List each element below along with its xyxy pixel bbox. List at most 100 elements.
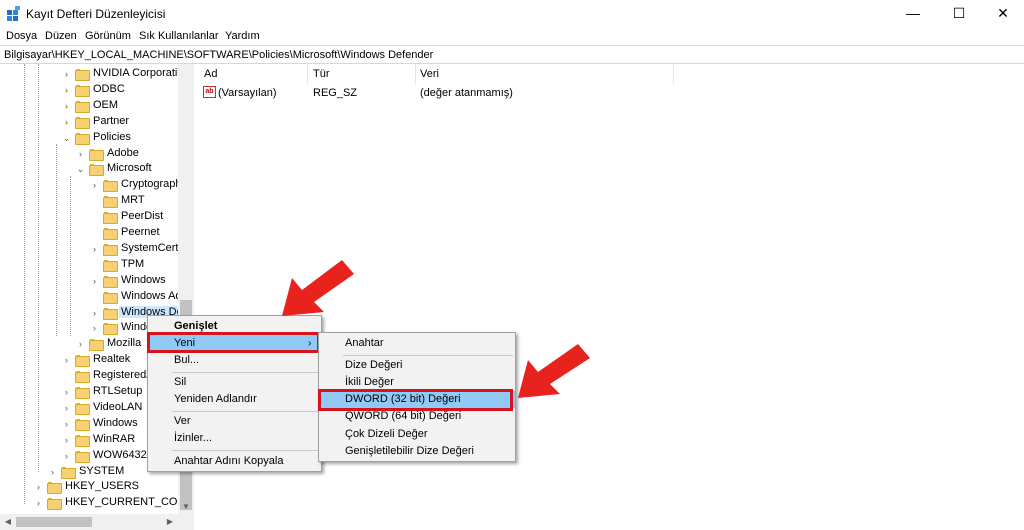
chevron-right-icon[interactable]: › xyxy=(90,322,99,334)
tree-node[interactable]: MRT xyxy=(0,193,180,209)
chevron-right-icon[interactable]: › xyxy=(62,450,71,462)
column-separator[interactable] xyxy=(415,64,416,84)
chevron-right-icon[interactable]: › xyxy=(62,100,71,112)
tree-node-label: ODBC xyxy=(93,82,125,95)
chevron-right-icon[interactable]: › xyxy=(62,434,71,446)
chevron-right-icon xyxy=(90,227,99,239)
tree-node-label: Partner xyxy=(93,114,130,127)
folder-icon xyxy=(75,402,90,415)
tree-node[interactable]: › ODBC xyxy=(0,82,180,98)
menu-item-label: Anahtar Adını Kopyala xyxy=(174,455,284,467)
folder-icon xyxy=(75,69,90,81)
chevron-right-icon[interactable]: › xyxy=(90,307,99,319)
tree-node[interactable]: ⌄ Policies xyxy=(0,130,180,146)
scroll-down-arrow-icon[interactable]: ▼ xyxy=(178,499,194,515)
chevron-right-icon xyxy=(62,370,71,382)
chevron-right-icon[interactable]: › xyxy=(62,68,71,80)
annotation-highlight-box xyxy=(318,389,513,411)
menu-item-label: İzinler... xyxy=(174,432,212,444)
value-data: (değer atanmamış) xyxy=(420,87,513,99)
tree-node-label: HKEY_USERS xyxy=(65,480,139,493)
tree-node-label: NVIDIA Corporation xyxy=(93,67,190,79)
menu-edit[interactable]: Düzen xyxy=(45,30,77,42)
tree-horizontal-scroll-thumb[interactable] xyxy=(16,517,92,527)
maximize-button[interactable]: ☐ xyxy=(936,0,982,27)
chevron-right-icon[interactable]: › xyxy=(90,275,99,287)
folder-icon xyxy=(103,259,118,272)
title-bar: Kayıt Defteri Düzenleyicisi — ☐ ✕ xyxy=(0,0,1024,27)
tree-node[interactable]: › NVIDIA Corporation xyxy=(0,66,190,82)
menu-help[interactable]: Yardım xyxy=(225,30,260,42)
close-button[interactable]: ✕ xyxy=(980,0,1024,27)
tree-node[interactable]: › SystemCertifica xyxy=(0,241,193,257)
window-title: Kayıt Defteri Düzenleyicisi xyxy=(26,7,166,21)
submenu-item-key[interactable]: Anahtar xyxy=(319,335,515,352)
scroll-right-arrow-icon[interactable]: ▶ xyxy=(162,514,178,530)
tree-node-label: TPM xyxy=(121,257,145,270)
column-separator[interactable] xyxy=(673,64,674,84)
menu-item-find[interactable]: Bul... xyxy=(148,352,321,369)
chevron-right-icon[interactable]: › xyxy=(62,84,71,96)
chevron-right-icon[interactable]: › xyxy=(48,466,57,478)
address-bar[interactable]: Bilgisayar\HKEY_LOCAL_MACHINE\SOFTWARE\P… xyxy=(0,45,1024,64)
tree-node[interactable]: Peernet xyxy=(0,225,180,241)
tree-node[interactable]: TPM xyxy=(0,257,180,273)
tree-node[interactable]: › Cryptography xyxy=(0,177,187,193)
column-separator[interactable] xyxy=(307,64,308,84)
tree-node[interactable]: › HKEY_USERS xyxy=(0,479,180,495)
menu-item-permissions[interactable]: İzinler... xyxy=(148,430,321,447)
tree-node-label: Realtek xyxy=(93,353,131,366)
chevron-down-icon[interactable]: ⌄ xyxy=(76,163,85,175)
submenu-item-string-value[interactable]: Dize Değeri xyxy=(319,357,515,374)
tree-node-label: PeerDist xyxy=(121,210,164,223)
tree-node[interactable]: ⌄ Microsoft xyxy=(0,161,180,177)
annotation-highlight-box xyxy=(147,332,320,353)
tree-node[interactable]: › HKEY_CURRENT_CONFIG xyxy=(0,495,193,511)
menu-file[interactable]: Dosya xyxy=(6,30,37,42)
chevron-right-icon[interactable]: › xyxy=(90,243,99,255)
menu-item-rename[interactable]: Yeniden Adlandır xyxy=(148,391,321,408)
value-type: REG_SZ xyxy=(313,87,358,99)
folder-icon xyxy=(75,434,90,447)
folder-icon xyxy=(103,307,118,320)
chevron-right-icon[interactable]: › xyxy=(62,418,71,430)
tree-horizontal-scrollbar[interactable]: ◀ ▶ xyxy=(0,514,178,530)
menu-view[interactable]: Görünüm xyxy=(85,30,131,42)
chevron-right-icon[interactable]: › xyxy=(76,148,85,160)
chevron-right-icon[interactable]: › xyxy=(62,354,71,366)
column-header-data[interactable]: Veri xyxy=(420,68,439,80)
chevron-right-icon[interactable]: › xyxy=(34,481,43,493)
annotation-arrow-icon xyxy=(518,344,590,398)
chevron-right-icon[interactable]: › xyxy=(62,386,71,398)
tree-node[interactable]: › Windows xyxy=(0,273,180,289)
submenu-item-expandable-string-value[interactable]: Genişletilebilir Dize Değeri xyxy=(319,443,515,460)
chevron-right-icon[interactable]: › xyxy=(76,338,85,350)
menu-item-export[interactable]: Ver xyxy=(148,413,321,430)
folder-icon xyxy=(75,100,90,113)
column-header-name[interactable]: Ad xyxy=(204,68,217,80)
scroll-left-arrow-icon[interactable]: ◀ xyxy=(0,514,16,530)
menu-item-label: Yeniden Adlandır xyxy=(174,393,257,405)
tree-node-label: Peernet xyxy=(121,226,160,238)
menu-item-copy-key-name[interactable]: Anahtar Adını Kopyala xyxy=(148,453,321,470)
chevron-right-icon[interactable]: › xyxy=(62,402,71,414)
tree-node-label: RTLSetup xyxy=(93,385,143,397)
tree-node[interactable]: PeerDist xyxy=(0,209,180,225)
chevron-right-icon[interactable]: › xyxy=(90,179,99,191)
minimize-button[interactable]: — xyxy=(890,0,936,27)
chevron-down-icon[interactable]: ⌄ xyxy=(62,132,71,144)
folder-icon xyxy=(75,132,90,145)
chevron-right-icon[interactable]: › xyxy=(34,497,43,509)
tree-node[interactable]: › Adobe xyxy=(0,146,180,162)
tree-node[interactable]: › Partner xyxy=(0,114,180,130)
tree-node-label: Policies xyxy=(93,130,131,143)
menu-item-delete[interactable]: Sil xyxy=(148,374,321,391)
tree-node-label: MRT xyxy=(121,194,145,207)
chevron-right-icon[interactable]: › xyxy=(62,116,71,128)
tree-node[interactable]: Windows Adva xyxy=(0,289,193,305)
tree-node[interactable]: › OEM xyxy=(0,98,180,114)
menu-item-label: Bul... xyxy=(174,354,200,366)
menu-favorites[interactable]: Sık Kullanılanlar xyxy=(139,30,219,42)
column-header-type[interactable]: Tür xyxy=(313,68,330,80)
submenu-item-multi-string-value[interactable]: Çok Dizeli Değer xyxy=(319,426,515,443)
